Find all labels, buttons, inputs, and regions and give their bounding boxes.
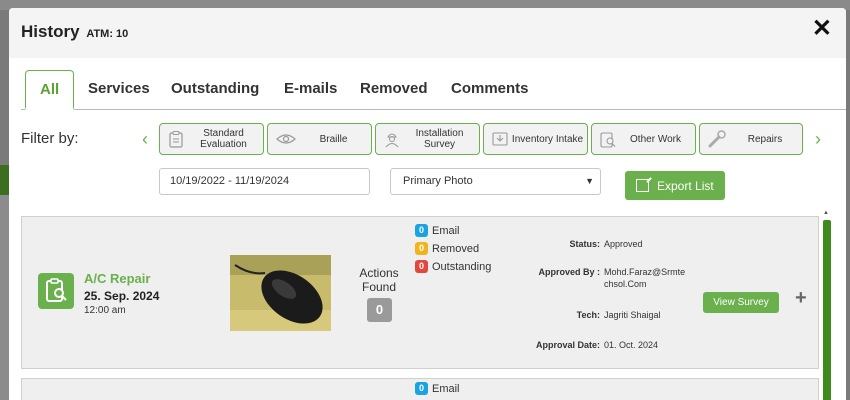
- service-photo[interactable]: [230, 255, 331, 331]
- history-modal: History ATM: 10 ✕ All Services Outstandi…: [9, 8, 846, 400]
- removed-count-label: Removed: [432, 242, 480, 255]
- actions-found-count: 0: [367, 298, 392, 322]
- inbox-icon: [492, 130, 508, 148]
- approved-by-line2: chsol.Com: [604, 279, 647, 289]
- export-icon: [636, 179, 649, 192]
- filter-chip-installation-survey[interactable]: Installation Survey: [375, 123, 480, 155]
- tab-removed[interactable]: Removed: [360, 80, 428, 97]
- approval-date-label: Approval Date:: [535, 340, 600, 350]
- service-time: 12:00 am: [84, 305, 126, 316]
- scrollbar-thumb[interactable]: [823, 220, 831, 400]
- service-clipboard-icon: [38, 273, 74, 309]
- filter-chip-label: Standard Evaluation: [200, 128, 247, 150]
- filter-chip-inventory-intake[interactable]: Inventory Intake: [483, 123, 588, 155]
- export-list-label: Export List: [657, 178, 714, 193]
- removed-count-badge: 0: [415, 242, 428, 255]
- service-date: 25. Sep. 2024: [84, 289, 160, 303]
- filter-chip-braille[interactable]: Braille: [267, 123, 372, 155]
- expand-plus-icon[interactable]: +: [795, 287, 807, 310]
- email-count-label: Email: [432, 382, 460, 395]
- list-scrollbar[interactable]: ▲: [822, 210, 832, 400]
- email-count-row: 0 Email: [415, 224, 460, 237]
- filter-chip-label: Inventory Intake: [511, 133, 584, 145]
- filter-label: Filter by:: [21, 130, 79, 147]
- status-value: Approved: [604, 239, 643, 249]
- list-item: 0 Email: [21, 378, 819, 400]
- tab-comments[interactable]: Comments: [451, 80, 529, 97]
- filter-chip-standard-evaluation[interactable]: Standard Evaluation: [159, 123, 264, 155]
- modal-header: History ATM: 10 ✕: [9, 8, 846, 58]
- photo-select-value: Primary Photo: [403, 175, 473, 187]
- chevron-right-icon[interactable]: ›: [815, 129, 821, 150]
- list-item: A/C Repair 25. Sep. 2024 12:00 am Action…: [21, 216, 819, 369]
- tab-outstanding[interactable]: Outstanding: [171, 80, 259, 97]
- tab-bar: All Services Outstanding E-mails Removed…: [21, 70, 846, 110]
- outstanding-count-row: 0 Outstanding: [415, 260, 491, 273]
- modal-subtitle: ATM: 10: [86, 28, 129, 40]
- approved-by-label: Approved By :: [538, 267, 600, 277]
- tech-label: Tech:: [576, 310, 600, 320]
- outstanding-count-label: Outstanding: [432, 260, 492, 273]
- approval-date-value: 01. Oct. 2024: [604, 340, 659, 350]
- date-range-input[interactable]: 10/19/2022 - 11/19/2024: [159, 168, 370, 195]
- removed-count-row: 0 Removed: [415, 242, 479, 255]
- photo-select[interactable]: Primary Photo ▼: [390, 168, 601, 195]
- chevron-down-icon: ▼: [585, 176, 594, 186]
- tech-value: Jagriti Shaigal: [604, 310, 661, 320]
- filter-chip-label: Braille: [319, 133, 348, 145]
- eye-icon: [276, 130, 296, 148]
- filter-chip-label: Other Work: [630, 133, 681, 145]
- filter-chip-label: Repairs: [747, 133, 783, 145]
- tab-services[interactable]: Services: [88, 80, 150, 97]
- filter-chip-other-work[interactable]: Other Work: [591, 123, 696, 155]
- actions-found-label: Actions Found: [359, 266, 399, 294]
- email-count-badge: 0: [415, 224, 428, 237]
- clipboard-icon: [168, 130, 184, 148]
- email-count-row: 0 Email: [415, 382, 460, 395]
- clipboard-search-icon: [600, 130, 616, 148]
- scroll-up-arrow-icon[interactable]: ▲: [823, 210, 829, 216]
- modal-title: History ATM: 10: [21, 22, 128, 42]
- close-icon[interactable]: ✕: [812, 14, 832, 43]
- filter-chip-repairs[interactable]: Repairs: [699, 123, 803, 155]
- modal-title-text: History: [21, 22, 80, 41]
- service-name[interactable]: A/C Repair: [84, 271, 150, 286]
- approved-by-line1: Mohd.Faraz@Srmte: [604, 267, 686, 277]
- tab-all[interactable]: All: [25, 70, 75, 110]
- view-survey-button[interactable]: View Survey: [703, 292, 779, 313]
- wrench-icon: [708, 130, 728, 148]
- tab-emails[interactable]: E-mails: [284, 80, 337, 97]
- email-count-badge: 0: [415, 382, 428, 395]
- outstanding-count-badge: 0: [415, 260, 428, 273]
- email-count-label: Email: [432, 224, 460, 237]
- worker-icon: [384, 130, 400, 148]
- status-label: Status:: [569, 239, 600, 249]
- history-list: A/C Repair 25. Sep. 2024 12:00 am Action…: [21, 216, 821, 400]
- chevron-left-icon[interactable]: ‹: [142, 129, 148, 150]
- export-list-button[interactable]: Export List: [625, 171, 725, 200]
- filter-chip-label: Installation Survey: [415, 128, 464, 150]
